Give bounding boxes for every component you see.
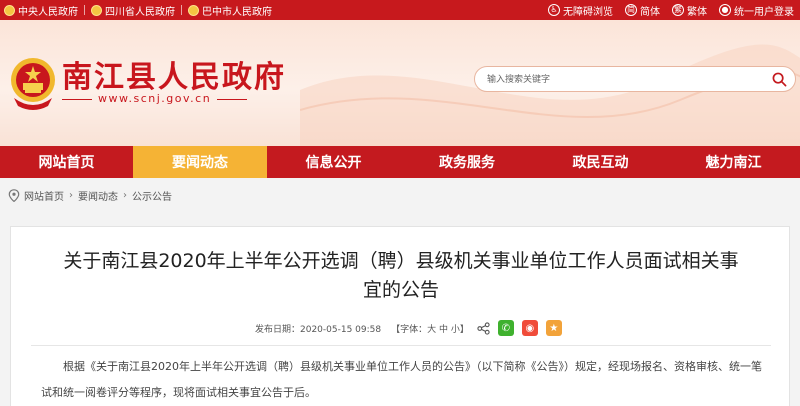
accessible-label: 无障碍浏览 (563, 6, 613, 18)
user-icon: ● (719, 4, 731, 16)
search-input[interactable] (487, 71, 757, 88)
emblem-mini-icon (188, 4, 199, 16)
search-icon[interactable] (772, 72, 787, 87)
publish-date: 发布日期：2020-05-15 09:58 (255, 324, 382, 335)
site-header: 南江县人民政府 www.scnj.gov.cn (0, 20, 800, 146)
search-box (474, 66, 796, 92)
breadcrumb: 网站首页 › 要闻动态 › 公示公告 (8, 187, 172, 203)
share-icon[interactable] (477, 321, 490, 335)
article-meta: 发布日期：2020-05-15 09:58 【字体：大 中 小】 ✆ ◉ ★ (255, 319, 570, 337)
user-login-link[interactable]: ● 统一用户登录 (719, 3, 794, 18)
breadcrumb-news[interactable]: 要闻动态 (78, 188, 118, 203)
article-title: 关于南江县2020年上半年公开选调（聘）县级机关事业单位工作人员面试相关事 宜的… (11, 247, 791, 305)
national-emblem-icon[interactable] (8, 54, 58, 112)
emblem-mini-icon (91, 4, 102, 16)
breadcrumb-separator: › (69, 189, 73, 201)
gov-link-province[interactable]: 四川省人民政府 (91, 3, 175, 18)
nav-item-info-disclosure[interactable]: 信息公开 (267, 146, 400, 178)
traditional-icon: 繁 (672, 4, 684, 16)
accessible-browse-link[interactable]: ♿ 无障碍浏览 (548, 3, 613, 18)
breadcrumb-separator: › (123, 189, 127, 201)
emblem-mini-icon (4, 4, 15, 16)
top-utility-bar: 中央人民政府 四川省人民政府 巴中市人民政府 ♿ 无障碍浏览 简 简体 繁 繁体… (0, 0, 800, 20)
nav-item-news[interactable]: 要闻动态 (133, 146, 267, 178)
divider (181, 5, 182, 15)
gov-link-label: 中央人民政府 (18, 6, 78, 18)
article-divider (31, 345, 771, 346)
weibo-share-icon[interactable]: ◉ (521, 320, 538, 336)
login-label: 统一用户登录 (734, 6, 794, 18)
top-tools: ♿ 无障碍浏览 简 简体 繁 繁体 ● 统一用户登录 (536, 0, 794, 20)
traditional-label: 繁体 (687, 6, 707, 18)
article-body: 根据《关于南江县2020年上半年公开选调（聘）县级机关事业单位工作人员的公告》（… (41, 360, 762, 399)
nav-item-interaction[interactable]: 政民互动 (534, 146, 667, 178)
gov-link-label: 巴中市人民政府 (202, 6, 272, 18)
nav-item-home[interactable]: 网站首页 (0, 146, 133, 178)
traditional-chinese-link[interactable]: 繁 繁体 (672, 3, 707, 18)
divider (84, 5, 85, 15)
breadcrumb-home[interactable]: 网站首页 (24, 188, 64, 203)
gov-link-label: 四川省人民政府 (105, 6, 175, 18)
main-nav: 网站首页 要闻动态 信息公开 政务服务 政民互动 魅力南江 (0, 146, 800, 178)
site-title[interactable]: 南江县人民政府 (62, 52, 286, 96)
simplified-label: 简体 (640, 6, 660, 18)
breadcrumb-notices[interactable]: 公示公告 (132, 188, 172, 203)
gov-link-central[interactable]: 中央人民政府 (4, 3, 78, 18)
wechat-share-icon[interactable]: ✆ (497, 320, 514, 336)
gov-links: 中央人民政府 四川省人民政府 巴中市人民政府 (4, 0, 278, 20)
location-pin-icon (8, 188, 20, 202)
nav-item-charm-nanjiang[interactable]: 魅力南江 (667, 146, 800, 178)
article-title-line2: 宜的公告 (362, 279, 439, 301)
favorite-star-icon[interactable]: ★ (545, 320, 562, 336)
article-title-line1: 关于南江县2020年上半年公开选调（聘）县级机关事业单位工作人员面试相关事 (63, 250, 739, 272)
simplified-icon: 简 (625, 4, 637, 16)
gov-link-city[interactable]: 巴中市人民政府 (188, 3, 272, 18)
accessibility-icon: ♿ (548, 4, 560, 16)
nav-item-gov-services[interactable]: 政务服务 (400, 146, 534, 178)
site-domain: www.scnj.gov.cn (61, 92, 248, 105)
simplified-chinese-link[interactable]: 简 简体 (625, 3, 660, 18)
article-panel: 关于南江县2020年上半年公开选调（聘）县级机关事业单位工作人员面试相关事 宜的… (10, 226, 790, 406)
font-size-switch[interactable]: 【字体：大 中 小】 (391, 322, 469, 335)
